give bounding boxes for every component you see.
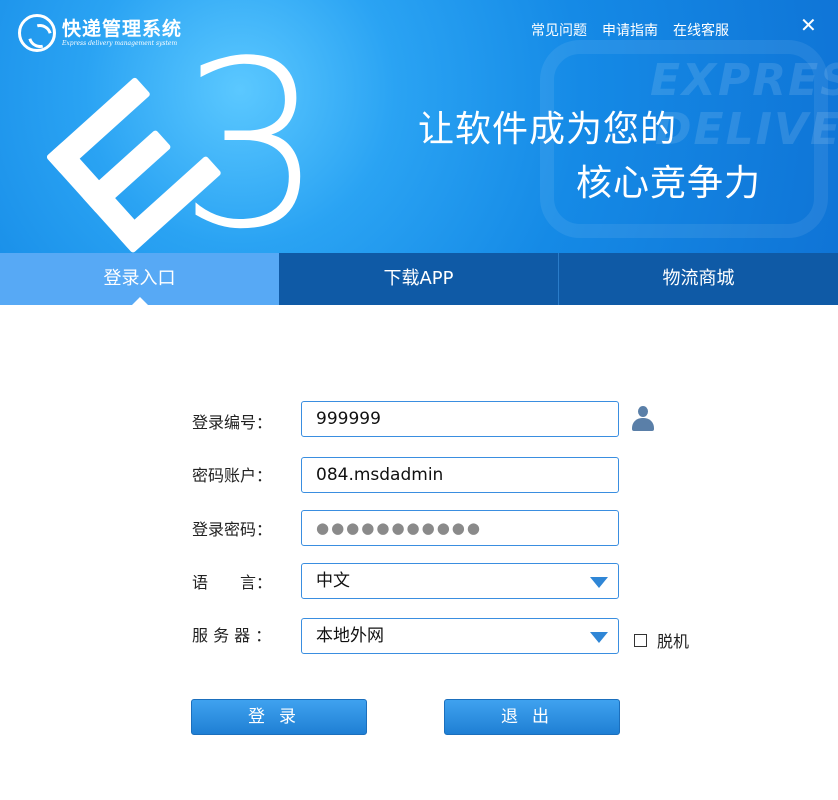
nav-apply-guide[interactable]: 申请指南 bbox=[602, 20, 658, 40]
triangle-down-icon[interactable] bbox=[590, 632, 608, 643]
app-logo: 快递管理系统 Express delivery management syste… bbox=[18, 14, 182, 52]
server-select[interactable]: 本地外网 bbox=[301, 618, 619, 654]
offline-toggle[interactable]: 脱机 bbox=[634, 628, 689, 652]
watermark-text: DELIVER bbox=[655, 104, 838, 155]
language-label: 语 言： bbox=[192, 573, 273, 592]
offline-label: 脱机 bbox=[657, 632, 690, 651]
nav-faq[interactable]: 常见问题 bbox=[531, 20, 587, 40]
language-value: 中文 bbox=[316, 571, 350, 591]
password-mask: ●●●●●●●●●●● bbox=[316, 519, 482, 537]
tab-download-app[interactable]: 下载APP bbox=[279, 253, 558, 305]
top-nav: 常见问题 申请指南 在线客服 bbox=[531, 20, 744, 40]
tab-bar: 登录入口 下载APP 物流商城 bbox=[0, 253, 838, 305]
server-value: 本地外网 bbox=[316, 626, 384, 646]
user-icon[interactable] bbox=[632, 406, 654, 432]
language-select[interactable]: 中文 bbox=[301, 563, 619, 599]
login-button[interactable]: 登录 bbox=[191, 699, 367, 735]
app-title: 快递管理系统 bbox=[62, 18, 183, 40]
account-input[interactable] bbox=[316, 459, 596, 491]
password-label: 登录密码： bbox=[192, 520, 273, 539]
password-field[interactable]: ●●●●●●●●●●● bbox=[301, 510, 619, 546]
close-icon[interactable]: ✕ bbox=[800, 14, 817, 36]
account-field[interactable] bbox=[301, 457, 619, 493]
slogan-line2: 核心竞争力 bbox=[576, 163, 762, 204]
tab-logistics-mall[interactable]: 物流商城 bbox=[558, 253, 838, 305]
slogan-line1: 让软件成为您的 bbox=[418, 109, 678, 150]
brand-3-digit: 3 bbox=[178, 13, 325, 254]
nav-online-service[interactable]: 在线客服 bbox=[673, 20, 729, 40]
login-id-field[interactable] bbox=[301, 401, 619, 437]
app-subtitle: Express delivery management system bbox=[62, 40, 178, 47]
server-label: 服 务 器 ： bbox=[192, 626, 272, 645]
exit-button[interactable]: 退出 bbox=[444, 699, 620, 735]
login-id-label: 登录编号： bbox=[192, 413, 273, 432]
login-id-input[interactable] bbox=[316, 403, 596, 435]
triangle-down-icon[interactable] bbox=[590, 577, 608, 588]
tab-login-entry[interactable]: 登录入口 bbox=[0, 253, 279, 305]
header-banner: EXPRESS DELIVER 快递管理系统 Express delivery … bbox=[0, 0, 838, 253]
account-label: 密码账户： bbox=[192, 466, 273, 485]
s-swirl-logo-icon bbox=[18, 14, 56, 52]
offline-checkbox[interactable] bbox=[634, 633, 647, 647]
watermark-text: EXPRESS bbox=[650, 55, 838, 106]
